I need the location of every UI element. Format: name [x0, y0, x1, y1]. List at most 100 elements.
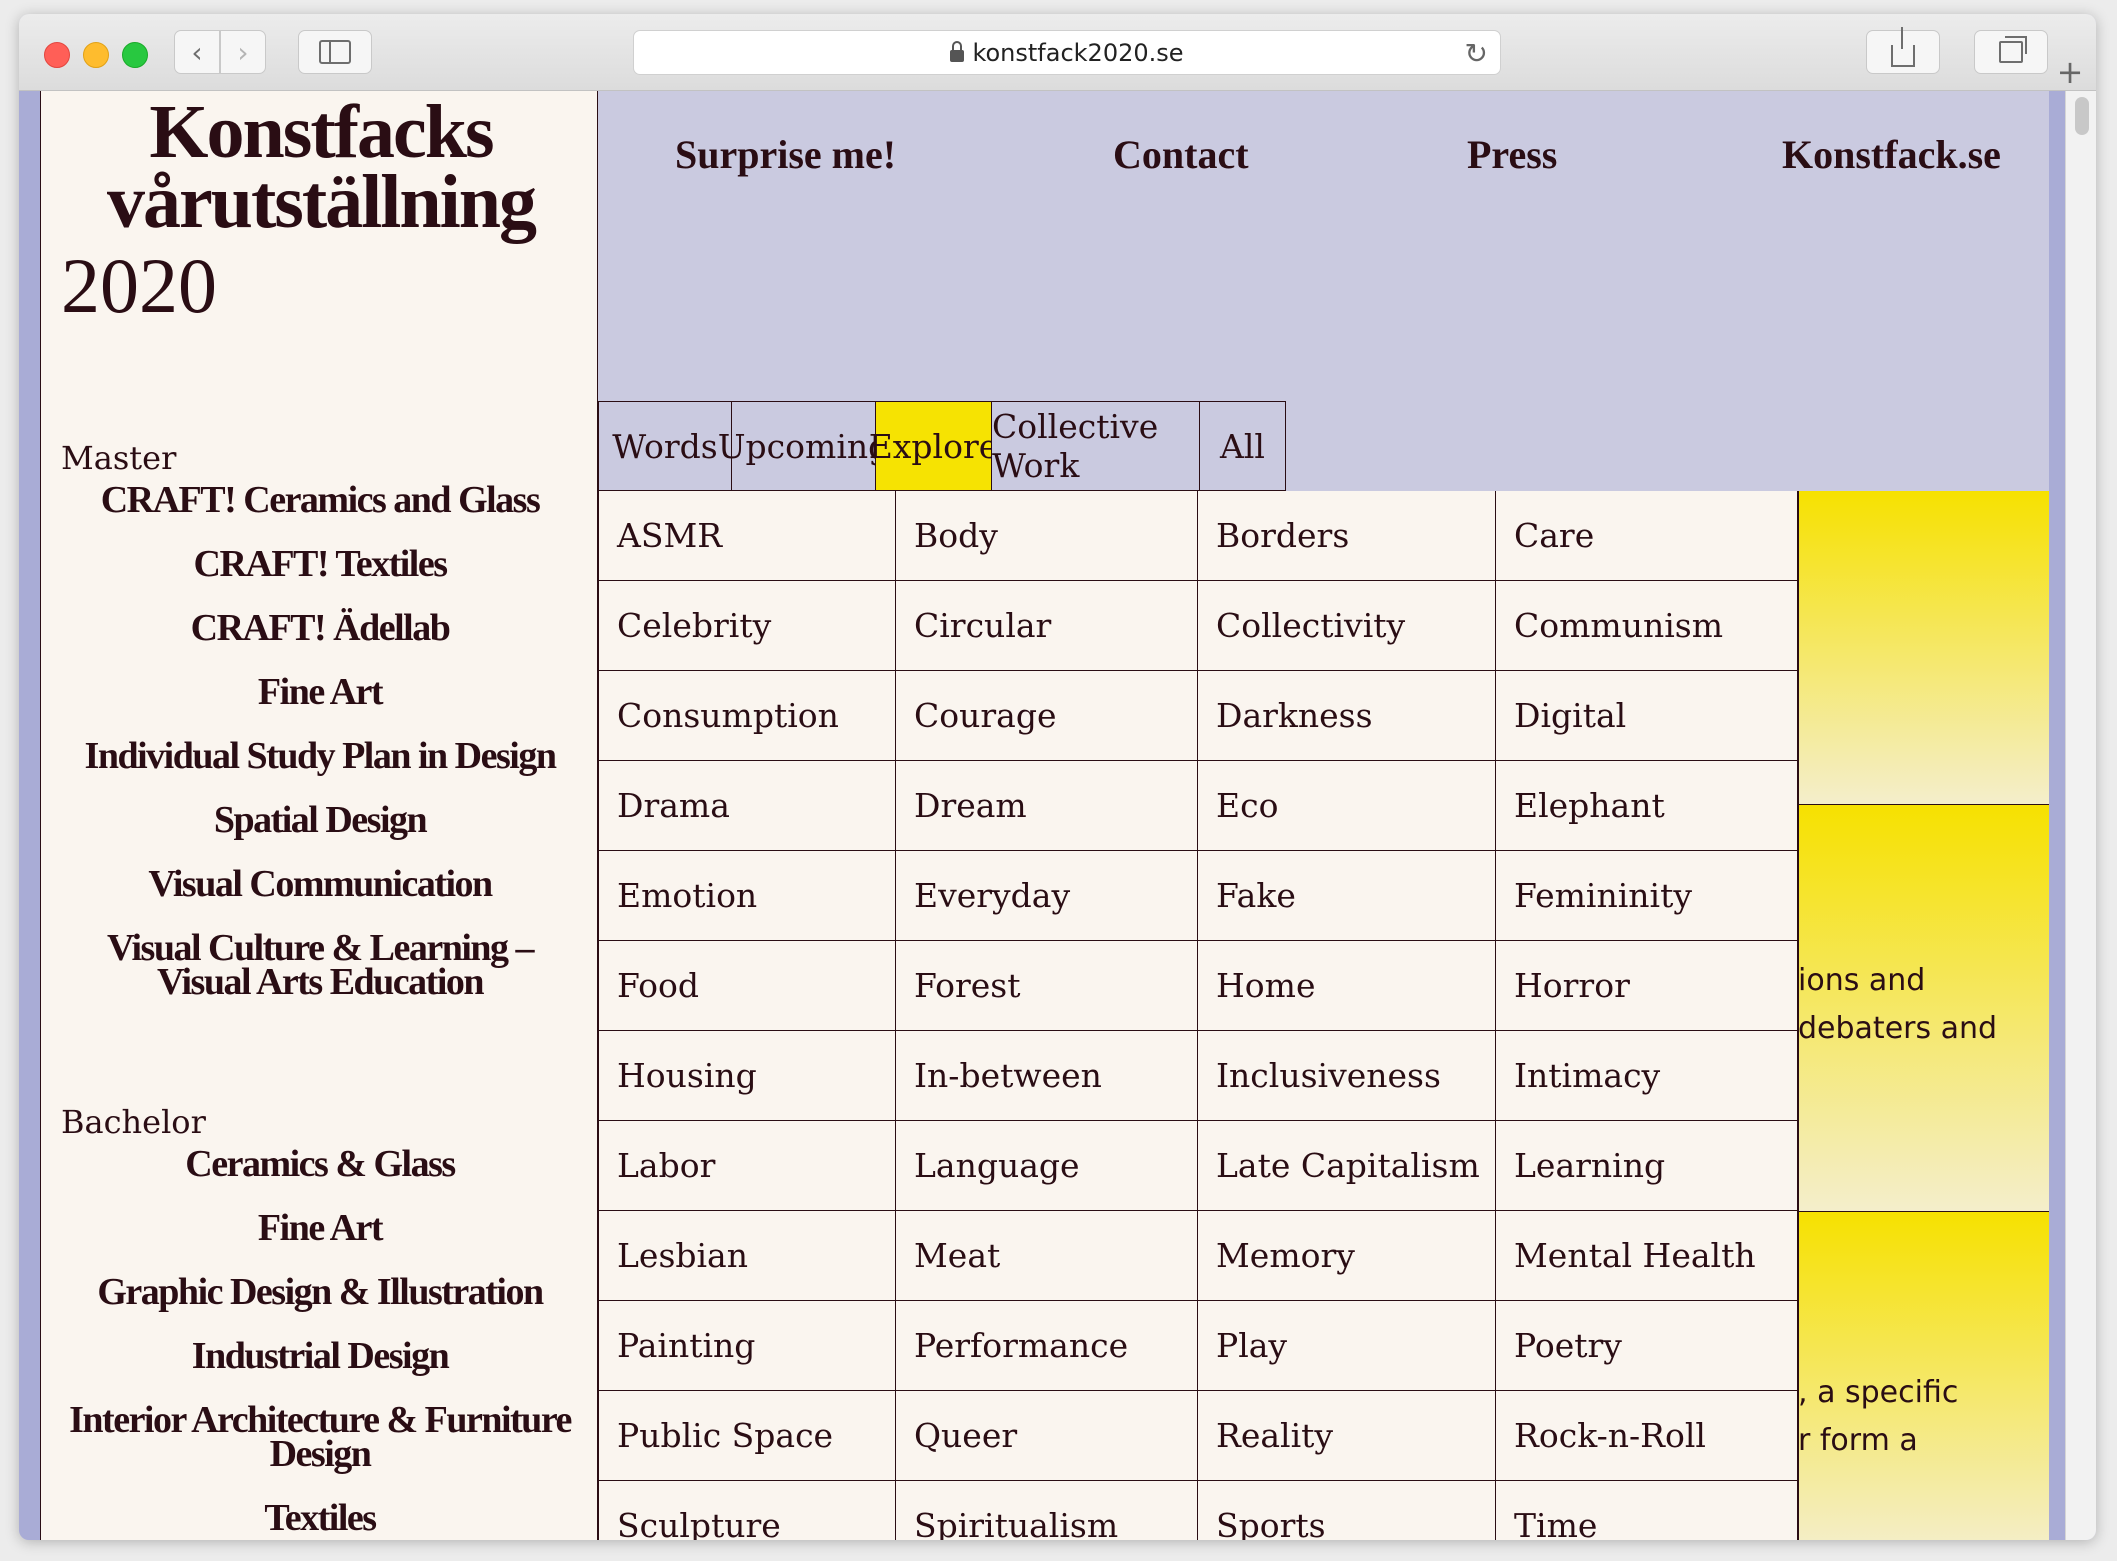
word-link[interactable]: Performance: [896, 1301, 1198, 1391]
bachelor-program-link[interactable]: Industrial Design: [41, 1337, 599, 1375]
word-link[interactable]: Elephant: [1496, 761, 1798, 851]
word-link[interactable]: Rock-n-Roll: [1496, 1391, 1798, 1481]
background-card: [1798, 491, 2065, 805]
sidebar-toggle-button[interactable]: [298, 30, 372, 74]
word-link[interactable]: Collectivity: [1198, 581, 1496, 671]
lock-icon: [950, 40, 965, 62]
word-link[interactable]: Communism: [1496, 581, 1798, 671]
word-link[interactable]: Memory: [1198, 1211, 1496, 1301]
word-link[interactable]: Reality: [1198, 1391, 1496, 1481]
bachelor-program-link[interactable]: Graphic Design & Illustration: [41, 1273, 599, 1311]
word-link[interactable]: Play: [1198, 1301, 1496, 1391]
zoom-window-button[interactable]: [122, 42, 148, 68]
tab-words[interactable]: Words: [598, 401, 731, 491]
word-link[interactable]: Intimacy: [1496, 1031, 1798, 1121]
word-link[interactable]: Lesbian: [598, 1211, 896, 1301]
background-content-column: ions and debaters and , a specific r for…: [1798, 491, 2065, 1540]
word-link[interactable]: In-between: [896, 1031, 1198, 1121]
bachelor-program-link[interactable]: Interior Architecture & Furniture Design: [41, 1401, 599, 1473]
word-link[interactable]: Sports: [1198, 1481, 1496, 1540]
tabs-icon: [1999, 36, 2027, 63]
konstfack-link[interactable]: Konstfack.se: [1782, 131, 2001, 178]
word-row: Consumption Courage Darkness Digital: [598, 671, 1798, 761]
word-link[interactable]: Time: [1496, 1481, 1798, 1540]
word-link[interactable]: Forest: [896, 941, 1198, 1031]
word-link[interactable]: Dream: [896, 761, 1198, 851]
word-link[interactable]: Public Space: [598, 1391, 896, 1481]
word-row: Food Forest Home Horror: [598, 941, 1798, 1031]
tabs-overview-button[interactable]: [1974, 30, 2048, 74]
surprise-me-link[interactable]: Surprise me!: [675, 131, 896, 178]
word-link[interactable]: ASMR: [598, 491, 896, 581]
word-link[interactable]: Housing: [598, 1031, 896, 1121]
word-link[interactable]: Consumption: [598, 671, 896, 761]
master-program-link[interactable]: CRAFT! Ädellab: [41, 609, 599, 647]
close-window-button[interactable]: [44, 42, 70, 68]
share-button[interactable]: [1866, 27, 1940, 74]
word-link[interactable]: Late Capitalism: [1198, 1121, 1496, 1211]
master-program-link[interactable]: Fine Art: [41, 673, 599, 711]
minimize-window-button[interactable]: [83, 42, 109, 68]
word-link[interactable]: Celebrity: [598, 581, 896, 671]
word-row: Emotion Everyday Fake Femininity: [598, 851, 1798, 941]
word-link[interactable]: Body: [896, 491, 1198, 581]
word-link[interactable]: Language: [896, 1121, 1198, 1211]
word-row: Sculpture Spiritualism Sports Time: [598, 1481, 1798, 1540]
master-program-link[interactable]: Visual Communication: [41, 865, 599, 903]
chevron-right-icon: ›: [237, 35, 249, 69]
tab-upcoming[interactable]: Upcoming: [718, 401, 889, 491]
word-link[interactable]: Labor: [598, 1121, 896, 1211]
word-link[interactable]: Eco: [1198, 761, 1496, 851]
forward-button[interactable]: ›: [220, 30, 266, 74]
word-link[interactable]: Painting: [598, 1301, 896, 1391]
word-link[interactable]: Femininity: [1496, 851, 1798, 941]
tab-explore[interactable]: Explore: [869, 401, 998, 491]
logo-line-1: Konstfacks: [149, 91, 494, 174]
word-link[interactable]: Drama: [598, 761, 896, 851]
word-link[interactable]: Poetry: [1496, 1301, 1798, 1391]
share-icon: [1891, 27, 1915, 67]
word-row: Drama Dream Eco Elephant: [598, 761, 1798, 851]
chevron-left-icon: ‹: [191, 35, 203, 69]
word-link[interactable]: Courage: [896, 671, 1198, 761]
word-link[interactable]: Emotion: [598, 851, 896, 941]
word-link[interactable]: Inclusiveness: [1198, 1031, 1496, 1121]
press-link[interactable]: Press: [1467, 131, 1557, 178]
word-link[interactable]: Borders: [1198, 491, 1496, 581]
new-tab-button[interactable]: +: [2044, 52, 2096, 92]
bachelor-program-link[interactable]: Fine Art: [41, 1209, 599, 1247]
word-link[interactable]: Everyday: [896, 851, 1198, 941]
word-link[interactable]: Learning: [1496, 1121, 1798, 1211]
tab-collective-work[interactable]: Collective Work: [991, 401, 1199, 491]
word-link[interactable]: Fake: [1198, 851, 1496, 941]
scrollbar-thumb[interactable]: [2075, 97, 2089, 135]
address-bar[interactable]: konstfack2020.se ↻: [633, 30, 1501, 75]
word-link[interactable]: Darkness: [1198, 671, 1496, 761]
master-program-link[interactable]: Spatial Design: [41, 801, 599, 839]
word-link[interactable]: Care: [1496, 491, 1798, 581]
word-link[interactable]: Circular: [896, 581, 1198, 671]
master-program-link[interactable]: CRAFT! Textiles: [41, 545, 599, 583]
explore-words-grid: ASMR Body Borders Care Celebrity Circular Coll…: [598, 491, 1798, 1540]
reload-icon[interactable]: ↻: [1465, 37, 1488, 70]
bachelor-program-link[interactable]: Ceramics & Glass: [41, 1145, 599, 1183]
word-link[interactable]: Food: [598, 941, 896, 1031]
background-card: [1798, 805, 2065, 1212]
master-program-link[interactable]: Visual Culture & Learning – Visual Arts …: [41, 929, 599, 1001]
master-program-link[interactable]: Individual Study Plan in Design: [41, 737, 599, 775]
word-link[interactable]: Spiritualism: [896, 1481, 1198, 1540]
word-link[interactable]: Mental Health: [1496, 1211, 1798, 1301]
word-link[interactable]: Horror: [1496, 941, 1798, 1031]
vertical-scrollbar[interactable]: [2065, 91, 2096, 1540]
word-link[interactable]: Sculpture: [598, 1481, 896, 1540]
site-logo[interactable]: Konstfacks vårutställning: [61, 91, 581, 240]
word-link[interactable]: Queer: [896, 1391, 1198, 1481]
back-button[interactable]: ‹: [174, 30, 220, 74]
word-link[interactable]: Digital: [1496, 671, 1798, 761]
contact-link[interactable]: Contact: [1113, 131, 1249, 178]
tab-all[interactable]: All: [1199, 401, 1286, 491]
bachelor-program-link[interactable]: Textiles: [41, 1499, 599, 1537]
word-link[interactable]: Meat: [896, 1211, 1198, 1301]
master-program-link[interactable]: CRAFT! Ceramics and Glass: [41, 481, 599, 519]
word-link[interactable]: Home: [1198, 941, 1496, 1031]
